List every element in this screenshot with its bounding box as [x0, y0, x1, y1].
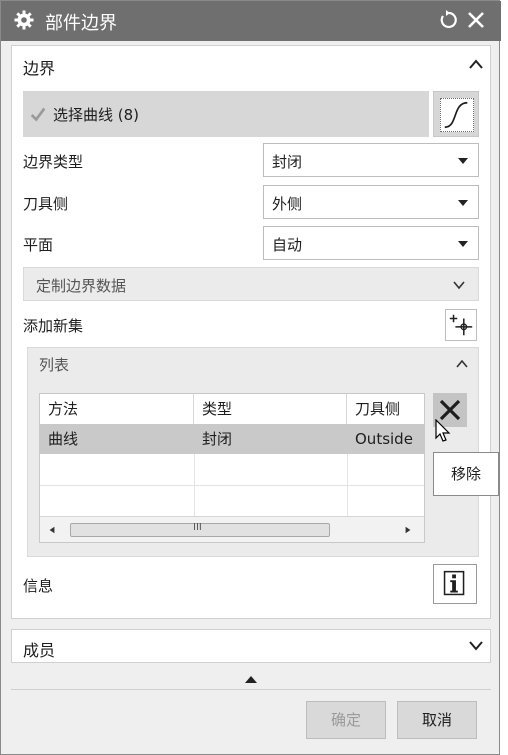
horizontal-scrollbar[interactable]: III [40, 516, 424, 542]
mouse-cursor-icon [435, 419, 451, 442]
tool-side-select[interactable]: 外侧 [263, 185, 479, 219]
check-icon [30, 107, 46, 122]
chevron-down-icon [453, 281, 465, 290]
part-boundary-dialog: 部件边界 边界 选择曲线 (8) 边界类型 封闭 刀具侧 外侧 平面 自动 定制… [0, 0, 501, 755]
close-icon[interactable] [465, 9, 487, 31]
boundary-section-title: 边界 [23, 59, 56, 78]
chevron-down-icon[interactable] [467, 639, 485, 653]
gear-icon [14, 10, 34, 30]
dialog-title: 部件边界 [45, 13, 117, 34]
info-icon [443, 570, 465, 596]
boundary-list-table: 方法 类型 刀具侧 曲线 封闭 Outside III [39, 393, 425, 543]
select-curve-row[interactable]: 选择曲线 (8) [23, 91, 429, 137]
dropdown-arrow-icon [458, 158, 468, 164]
tool-side-value: 外侧 [272, 195, 303, 213]
plane-select[interactable]: 自动 [263, 226, 479, 260]
boundary-type-select[interactable]: 封闭 [263, 143, 479, 177]
boundary-type-label: 边界类型 [23, 153, 84, 171]
scroll-grip: III [193, 522, 202, 533]
grid-line [40, 485, 424, 486]
scroll-right-arrow-icon[interactable] [404, 526, 412, 534]
custom-boundary-data-label: 定制边界数据 [36, 277, 127, 295]
list-title: 列表 [39, 356, 70, 374]
add-set-icon [449, 314, 473, 336]
curve-icon-frame [440, 98, 474, 132]
info-button[interactable] [433, 564, 477, 604]
plane-value: 自动 [272, 236, 303, 254]
cell-type: 封闭 [202, 430, 233, 448]
collapse-arrow-icon[interactable] [244, 674, 258, 684]
info-label: 信息 [23, 577, 54, 595]
members-section-title: 成员 [23, 641, 56, 660]
dropdown-arrow-icon [458, 200, 468, 206]
select-curve-label: 选择曲线 (8) [53, 106, 140, 124]
title-bar[interactable]: 部件边界 [1, 1, 501, 41]
tool-side-label: 刀具侧 [23, 195, 69, 213]
divider [11, 689, 491, 690]
cell-tool-side: Outside [355, 430, 413, 448]
dropdown-arrow-icon [458, 241, 468, 247]
column-header-type[interactable]: 类型 [194, 394, 347, 424]
select-curve-button[interactable] [433, 91, 479, 137]
chevron-up-icon[interactable] [453, 357, 471, 371]
add-new-set-button[interactable] [445, 309, 477, 341]
scroll-left-arrow-icon[interactable] [48, 526, 56, 534]
plane-label: 平面 [23, 236, 54, 254]
cancel-button[interactable]: 取消 [397, 701, 477, 739]
reset-icon[interactable] [437, 9, 459, 31]
boundary-type-value: 封闭 [272, 153, 303, 171]
ok-button[interactable]: 确定 [306, 701, 386, 739]
column-header-tool-side[interactable]: 刀具侧 [347, 394, 424, 424]
scroll-thumb[interactable]: III [70, 522, 330, 537]
cell-method: 曲线 [48, 430, 79, 448]
custom-boundary-data-header[interactable]: 定制边界数据 [23, 267, 479, 301]
curve-icon [444, 101, 468, 129]
column-header-method[interactable]: 方法 [40, 394, 194, 424]
chevron-up-icon[interactable] [467, 57, 485, 71]
members-section[interactable] [11, 629, 491, 663]
table-row[interactable]: 曲线 封闭 Outside [40, 424, 424, 454]
add-new-set-label: 添加新集 [23, 317, 84, 335]
remove-tooltip: 移除 [433, 452, 499, 496]
